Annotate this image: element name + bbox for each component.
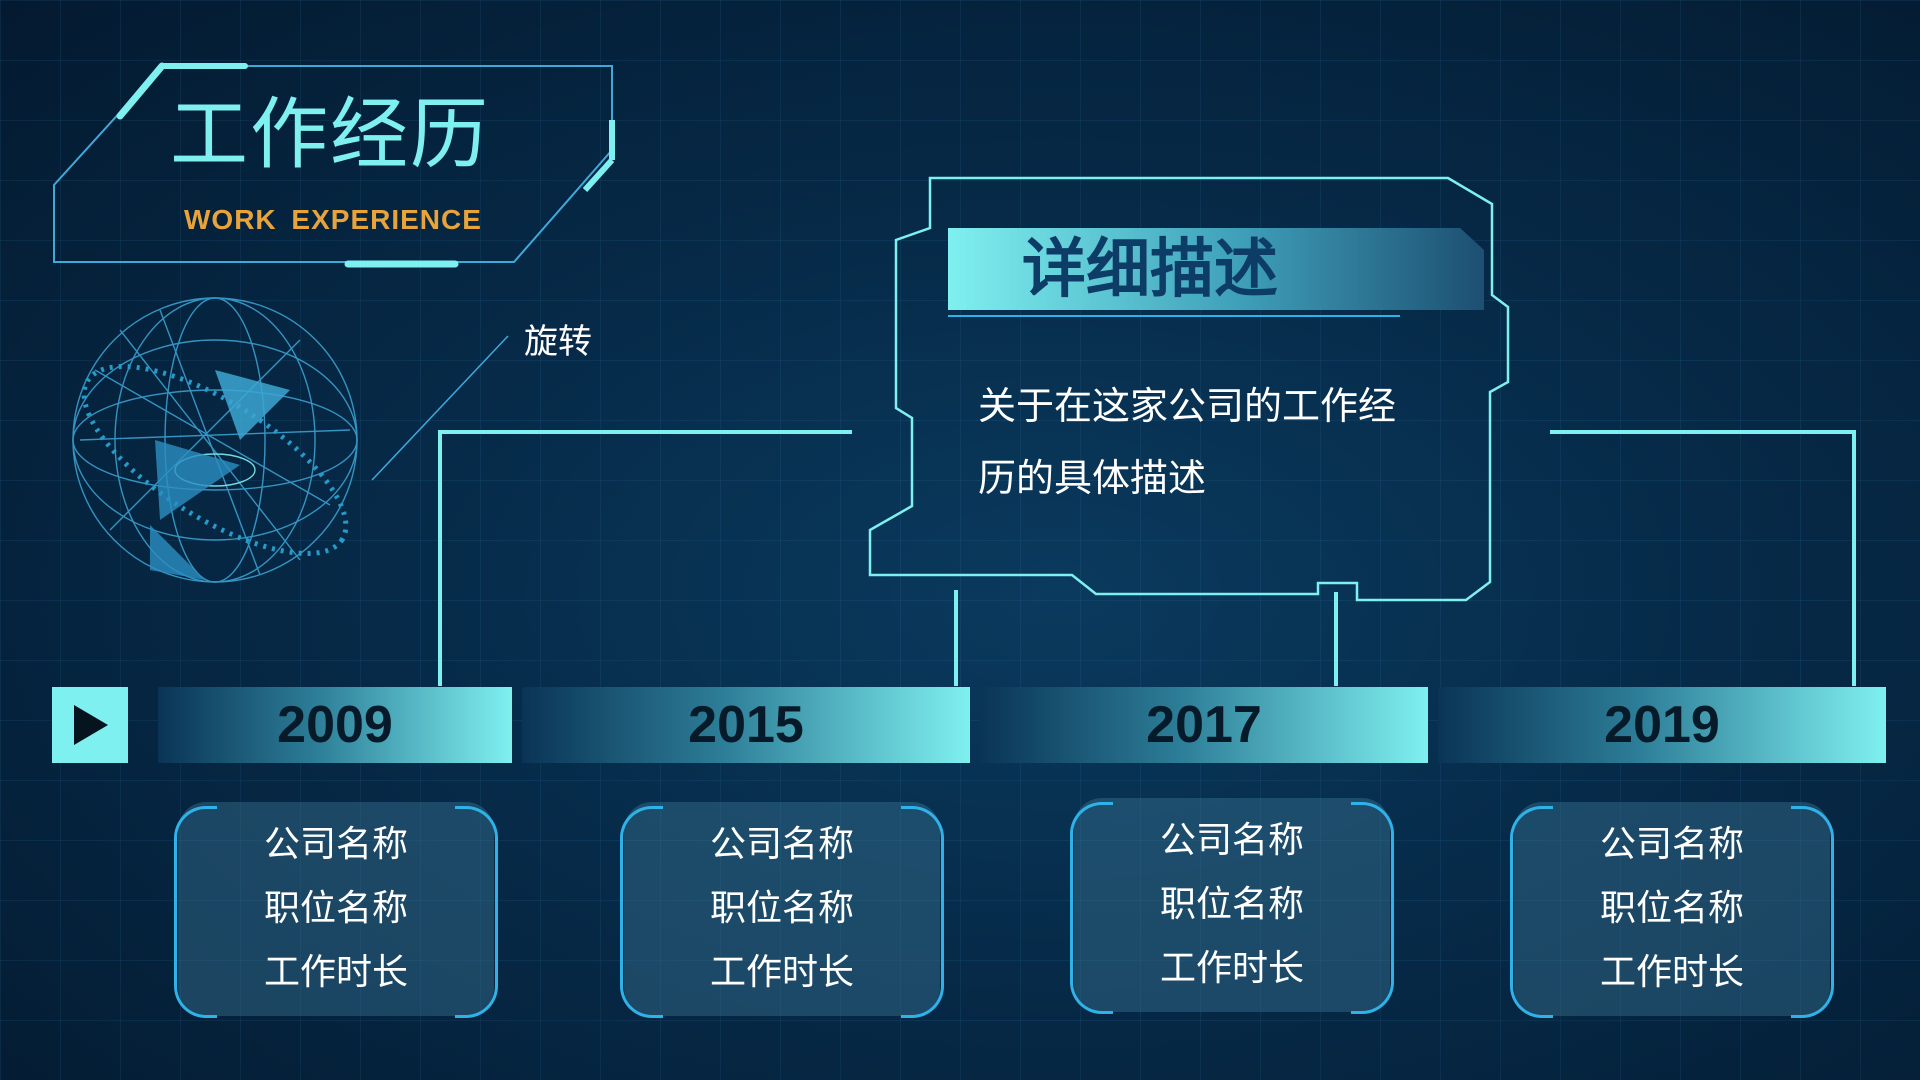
- work-duration: 工作时长: [263, 952, 408, 993]
- year-label: 2017: [1146, 696, 1262, 754]
- year-label: 2015: [688, 696, 804, 754]
- position-name: 职位名称: [709, 888, 854, 929]
- detail-description-line: 关于在这家公司的工作经: [978, 384, 1397, 428]
- experience-card-2019: 公司名称 职位名称 工作时长: [1510, 802, 1834, 1018]
- detail-description-line: 历的具体描述: [978, 456, 1207, 500]
- detail-title: 详细描述: [1022, 233, 1278, 307]
- year-label: 2009: [277, 696, 393, 754]
- work-duration: 工作时长: [1599, 952, 1744, 993]
- work-duration: 工作时长: [1159, 948, 1304, 989]
- year-label: 2019: [1604, 696, 1720, 754]
- experience-card-2017: 公司名称 职位名称 工作时长: [1070, 798, 1394, 1014]
- company-name: 公司名称: [1599, 824, 1744, 865]
- detail-description: 关于在这家公司的工作经 历的具体描述: [978, 370, 1438, 514]
- page-title: 工作经历: [170, 90, 491, 180]
- experience-card-2009: 公司名称 职位名称 工作时长: [174, 802, 498, 1018]
- rotate-label: 旋转: [524, 322, 592, 362]
- year-tab-2017[interactable]: 2017: [980, 687, 1428, 763]
- work-duration: 工作时长: [709, 952, 854, 993]
- year-tab-2019[interactable]: 2019: [1438, 687, 1886, 763]
- company-name: 公司名称: [709, 824, 854, 865]
- position-name: 职位名称: [1599, 888, 1744, 929]
- position-name: 职位名称: [1159, 884, 1304, 925]
- company-name: 公司名称: [263, 824, 408, 865]
- page-subtitle: WORK EXPERIENCE: [184, 204, 482, 235]
- year-tab-2009[interactable]: 2009: [158, 687, 512, 763]
- experience-card-2015: 公司名称 职位名称 工作时长: [620, 802, 944, 1018]
- play-icon: [74, 705, 108, 745]
- year-tab-2015[interactable]: 2015: [522, 687, 970, 763]
- company-name: 公司名称: [1159, 820, 1304, 861]
- wireframe-globe-icon: [72, 297, 358, 583]
- play-button[interactable]: [52, 687, 128, 763]
- position-name: 职位名称: [263, 888, 408, 929]
